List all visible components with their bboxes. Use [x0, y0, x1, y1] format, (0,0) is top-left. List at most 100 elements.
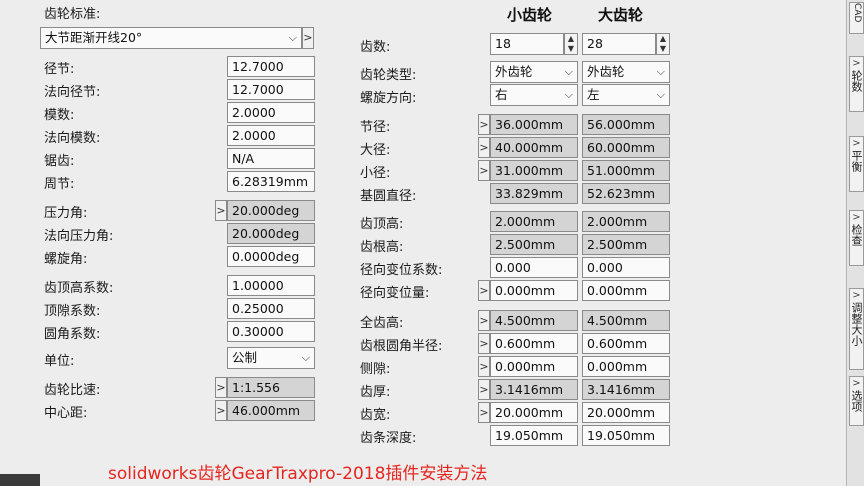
field-dedendum-pinion[interactable]: 2.500mm — [490, 234, 578, 255]
profile-shift-expand-button[interactable]: > — [478, 280, 490, 301]
label-profile-shift: 径向变位量: — [360, 286, 430, 301]
label-helix-angle: 螺旋角: — [44, 252, 88, 267]
standard-expand-button[interactable]: > — [302, 27, 314, 49]
label-normal-pressure-angle: 法向压力角: — [44, 229, 114, 244]
field-addendum-coef[interactable]: 1.00000 — [227, 275, 315, 296]
label-units: 单位: — [44, 354, 75, 369]
label-dp: 径节: — [44, 62, 75, 77]
label-root-diameter: 小径: — [360, 166, 391, 181]
field-helix-angle[interactable]: 0.0000deg — [227, 246, 315, 267]
spinner-teeth-pinion[interactable]: ▲ ▼ — [564, 33, 578, 55]
field-root-fillet-gear[interactable]: 0.600mm — [582, 333, 670, 354]
spinner-teeth-gear[interactable]: ▲ ▼ — [656, 33, 670, 55]
outside-diameter-expand-button[interactable]: > — [478, 137, 490, 158]
field-addendum-gear[interactable]: 2.000mm — [582, 211, 670, 232]
label-helix-hand: 螺旋方向: — [360, 91, 417, 106]
field-circular-pitch[interactable]: 6.28319mm — [227, 171, 315, 192]
field-serration[interactable]: N/A — [227, 148, 315, 169]
label-root-fillet-radius: 齿根圆角半径: — [360, 339, 443, 354]
units-select[interactable]: 公制 ⌵ — [227, 347, 315, 369]
video-caption: solidworks齿轮GearTraxpro-2018插件安装方法 — [108, 464, 488, 484]
side-tab-balance[interactable]: > 平衡 — [849, 136, 864, 192]
whole-depth-expand-button[interactable]: > — [478, 310, 490, 331]
gear-type-pinion-select[interactable]: 外齿轮 ⌵ — [490, 61, 578, 83]
field-clearance-coef[interactable]: 0.25000 — [227, 298, 315, 319]
field-addendum-pinion[interactable]: 2.000mm — [490, 211, 578, 232]
face-width-expand-button[interactable]: > — [478, 402, 490, 423]
field-root-diameter-gear[interactable]: 51.000mm — [582, 160, 670, 181]
spinner-down-icon[interactable]: ▼ — [565, 44, 577, 54]
field-tooth-thickness-pinion[interactable]: 3.1416mm — [490, 379, 578, 400]
field-base-diameter-pinion[interactable]: 33.829mm — [490, 183, 578, 204]
field-center-distance[interactable]: 46.000mm — [227, 400, 315, 421]
label-circular-pitch: 周节: — [44, 177, 75, 192]
field-rack-depth-pinion[interactable]: 19.050mm — [490, 425, 578, 446]
side-tab-options-label: 选项 — [850, 390, 863, 412]
field-root-diameter-pinion[interactable]: 31.000mm — [490, 160, 578, 181]
chevron-right-icon: > — [479, 284, 489, 297]
root-fillet-expand-button[interactable]: > — [478, 333, 490, 354]
field-nmodule[interactable]: 2.0000 — [227, 125, 315, 146]
field-pressure-angle[interactable]: 20.000deg — [227, 200, 315, 221]
side-tab-resize[interactable]: > 调整大小 — [849, 288, 864, 370]
field-root-fillet-pinion[interactable]: 0.600mm — [490, 333, 578, 354]
label-clearance-coef: 顶隙系数: — [44, 304, 101, 319]
field-profile-shift-pinion[interactable]: 0.000mm — [490, 280, 578, 301]
pressure-angle-expand-button[interactable]: > — [215, 200, 227, 221]
field-pitch-diameter-pinion[interactable]: 36.000mm — [490, 114, 578, 135]
chevron-right-icon: > — [852, 378, 861, 389]
spinner-down-icon[interactable]: ▼ — [657, 44, 669, 54]
center-distance-expand-button[interactable]: > — [215, 400, 227, 421]
field-profile-shift-gear[interactable]: 0.000mm — [582, 280, 670, 301]
gear-type-gear-select[interactable]: 外齿轮 ⌵ — [582, 61, 670, 83]
field-normal-pressure-angle[interactable]: 20.000deg — [227, 223, 315, 244]
field-rack-depth-gear[interactable]: 19.050mm — [582, 425, 670, 446]
field-outside-diameter-gear[interactable]: 60.000mm — [582, 137, 670, 158]
gear-ratio-expand-button[interactable]: > — [215, 377, 227, 398]
root-diameter-expand-button[interactable]: > — [478, 160, 490, 181]
field-face-width-gear[interactable]: 20.000mm — [582, 402, 670, 423]
side-tab-options[interactable]: > 选项 — [849, 376, 864, 426]
field-tooth-thickness-gear[interactable]: 3.1416mm — [582, 379, 670, 400]
label-profile-shift-coef: 径向变位系数: — [360, 263, 443, 278]
label-ndp: 法向径节: — [44, 85, 101, 100]
label-teeth: 齿数: — [360, 40, 391, 55]
spinner-up-icon[interactable]: ▲ — [565, 34, 577, 44]
field-dp[interactable]: 12.7000 — [227, 56, 315, 77]
helix-hand-pinion-select[interactable]: 右 ⌵ — [490, 84, 578, 106]
label-nmodule: 法向模数: — [44, 131, 101, 146]
gear-standard-select[interactable]: 大节距渐开线20° ⌵ — [40, 27, 302, 49]
field-module[interactable]: 2.0000 — [227, 102, 315, 123]
chevron-down-icon: ⌵ — [656, 65, 665, 78]
field-backlash-gear[interactable]: 0.000mm — [582, 356, 670, 377]
field-profile-shift-coef-gear[interactable]: 0.000 — [582, 257, 670, 278]
helix-hand-gear-select[interactable]: 左 ⌵ — [582, 84, 670, 106]
spinner-up-icon[interactable]: ▲ — [657, 34, 669, 44]
side-tab-cad[interactable]: CAD — [849, 2, 864, 34]
label-pressure-angle: 压力角: — [44, 206, 88, 221]
chevron-right-icon: > — [479, 141, 489, 154]
field-teeth-gear[interactable]: 28 — [582, 33, 656, 55]
field-fillet-coef[interactable]: 0.30000 — [227, 321, 315, 342]
side-tab-wheels[interactable]: > 轮数 — [849, 56, 864, 112]
pitch-diameter-expand-button[interactable]: > — [478, 114, 490, 135]
field-ndp[interactable]: 12.7000 — [227, 79, 315, 100]
chevron-down-icon: ⌵ — [564, 88, 573, 101]
side-tab-check[interactable]: > 检查 — [849, 210, 864, 266]
backlash-expand-button[interactable]: > — [478, 356, 490, 377]
field-outside-diameter-pinion[interactable]: 40.000mm — [490, 137, 578, 158]
field-backlash-pinion[interactable]: 0.000mm — [490, 356, 578, 377]
field-profile-shift-coef-pinion[interactable]: 0.000 — [490, 257, 578, 278]
field-face-width-pinion[interactable]: 20.000mm — [490, 402, 578, 423]
side-tab-cad-label: CAD — [852, 3, 862, 23]
tooth-thickness-expand-button[interactable]: > — [478, 379, 490, 400]
field-whole-depth-gear[interactable]: 4.500mm — [582, 310, 670, 331]
field-whole-depth-pinion[interactable]: 4.500mm — [490, 310, 578, 331]
field-pitch-diameter-gear[interactable]: 56.000mm — [582, 114, 670, 135]
gear-type-gear-value: 外齿轮 — [587, 64, 625, 79]
field-dedendum-gear[interactable]: 2.500mm — [582, 234, 670, 255]
field-base-diameter-gear[interactable]: 52.623mm — [582, 183, 670, 204]
field-gear-ratio[interactable]: 1:1.556 — [227, 377, 315, 398]
label-pitch-diameter: 节径: — [360, 120, 391, 135]
field-teeth-pinion[interactable]: 18 — [490, 33, 564, 55]
